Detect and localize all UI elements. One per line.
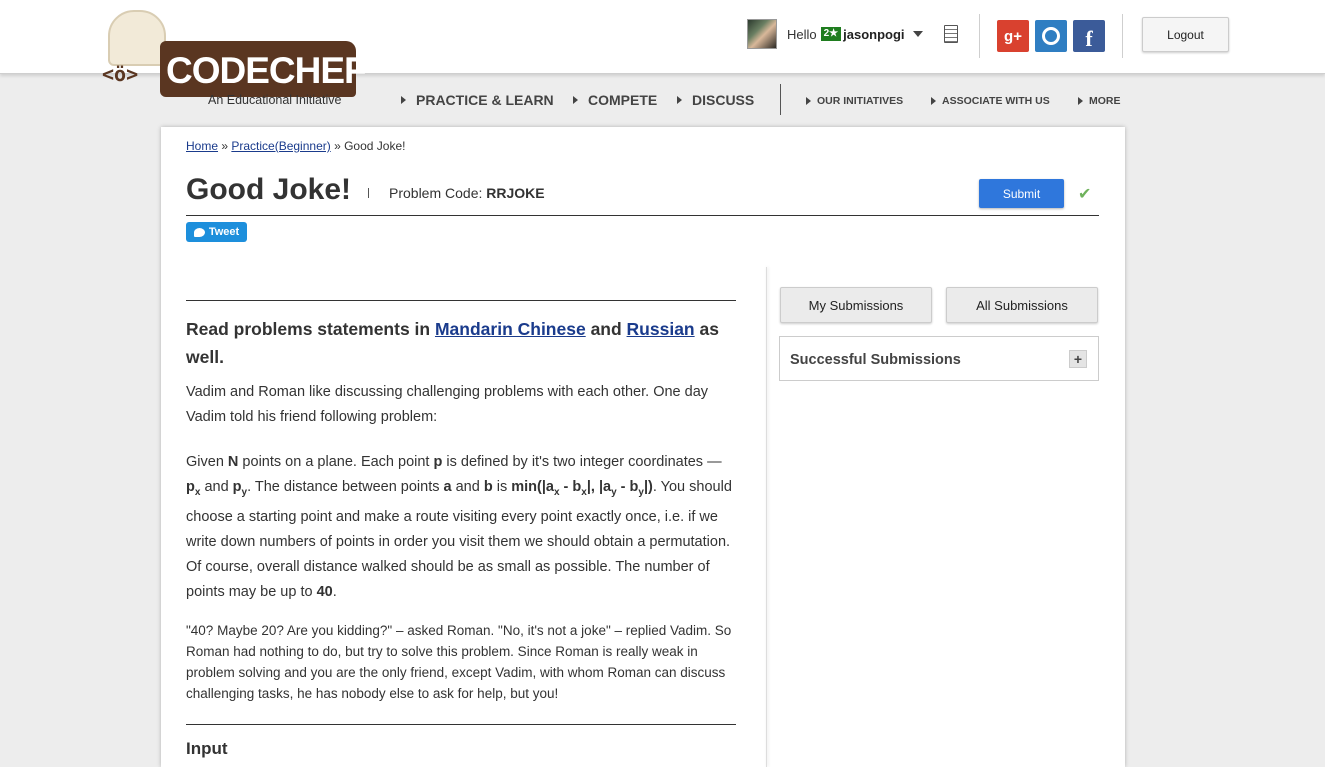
nav-label: MORE <box>1089 95 1121 107</box>
nav-divider <box>780 84 781 115</box>
caret-right-icon <box>401 96 406 104</box>
statement-rule <box>186 300 736 301</box>
statement-paragraph: Vadim and Roman like discussing challeng… <box>186 384 709 425</box>
nav-label: OUR INITIATIVES <box>817 95 904 107</box>
problem-code-label: Problem Code: <box>389 185 487 201</box>
logo-tagline: An Educational Initiative <box>208 93 342 107</box>
avatar[interactable] <box>747 19 777 49</box>
caret-right-icon <box>677 96 682 104</box>
chevron-down-icon[interactable] <box>912 31 923 37</box>
statement-paragraph: Given N points on a plane. Each point p … <box>186 454 732 600</box>
nav-label: PRACTICE & LEARN <box>416 92 554 108</box>
breadcrumb: Home » Practice(Beginner) » Good Joke! <box>186 139 405 153</box>
codechef-logo[interactable]: <ö> CODECHEF An Educational Initiative <box>102 8 367 112</box>
problem-code: Problem Code: RRJOKE <box>389 185 545 201</box>
username-link[interactable]: jasonpogi <box>843 27 904 42</box>
nav-discuss[interactable]: DISCUSS <box>677 92 754 108</box>
breadcrumb-home[interactable]: Home <box>186 139 218 153</box>
chef-hat-icon <box>108 10 166 66</box>
nav-label: ASSOCIATE WITH US <box>942 95 1050 107</box>
breadcrumb-separator: » <box>218 139 232 153</box>
caret-right-icon <box>806 97 811 105</box>
check-icon: ✔ <box>1078 186 1092 203</box>
language-note-text: and <box>585 319 627 339</box>
page-title: Good Joke! <box>186 173 352 206</box>
successful-submissions-label: Successful Submissions <box>790 352 961 368</box>
header-divider <box>979 14 980 58</box>
nav-practice-learn[interactable]: PRACTICE & LEARN <box>401 92 554 108</box>
statement-rule <box>186 723 736 725</box>
github-icon[interactable] <box>1035 20 1067 52</box>
submit-button[interactable]: Submit <box>979 179 1064 208</box>
nav-more[interactable]: MORE <box>1078 95 1121 107</box>
nav-our-initiatives[interactable]: OUR INITIATIVES <box>806 95 903 107</box>
logo-text: CODECHEF <box>166 50 367 91</box>
nav-associate-with-us[interactable]: ASSOCIATE WITH US <box>931 95 1050 107</box>
problem-code-value: RRJOKE <box>486 185 545 201</box>
column-divider <box>766 267 767 767</box>
user-menu[interactable]: Hello 2★ jasonpogi <box>747 19 923 49</box>
rating-badge: 2★ <box>820 27 842 41</box>
facebook-icon[interactable]: f <box>1073 20 1105 52</box>
breadcrumb-separator: » <box>330 139 345 153</box>
mandarin-link[interactable]: Mandarin Chinese <box>435 319 586 339</box>
tweet-button[interactable]: Tweet <box>186 222 247 242</box>
breadcrumb-current: Good Joke! <box>344 139 406 153</box>
logout-button[interactable]: Logout <box>1142 17 1229 52</box>
logo-face: <ö> <box>102 62 139 86</box>
title-rule <box>186 215 1099 216</box>
twitter-bird-icon <box>193 227 205 237</box>
logo-wordmark: CODECHEF <box>160 41 367 97</box>
caret-right-icon <box>573 96 578 104</box>
caret-right-icon <box>931 97 936 105</box>
breadcrumb-practice[interactable]: Practice(Beginner) <box>231 139 330 153</box>
nav-label: COMPETE <box>588 92 658 108</box>
language-note-text: Read problems statements in <box>186 319 435 339</box>
problem-statement: Read problems statements in Mandarin Chi… <box>186 300 736 759</box>
language-note: Read problems statements in Mandarin Chi… <box>186 315 736 371</box>
nav-label: DISCUSS <box>692 92 755 108</box>
greeting-text: Hello <box>787 26 817 42</box>
russian-link[interactable]: Russian <box>627 319 695 339</box>
caret-right-icon <box>1078 97 1083 105</box>
tweet-label: Tweet <box>208 226 240 238</box>
all-submissions-button[interactable]: All Submissions <box>946 287 1098 323</box>
google-plus-icon[interactable]: g+ <box>997 20 1029 52</box>
header-divider <box>1122 14 1123 58</box>
my-submissions-button[interactable]: My Submissions <box>780 287 932 323</box>
statement-paragraph: "40? Maybe 20? Are you kidding?" – asked… <box>186 622 732 701</box>
problem-card: Home » Practice(Beginner) » Good Joke! G… <box>161 127 1125 767</box>
notes-icon[interactable] <box>944 25 958 43</box>
nav-compete[interactable]: COMPETE <box>573 92 657 108</box>
title-divider <box>368 188 369 198</box>
successful-submissions-panel[interactable]: Successful Submissions + <box>779 336 1099 381</box>
expand-icon[interactable]: + <box>1069 350 1087 368</box>
